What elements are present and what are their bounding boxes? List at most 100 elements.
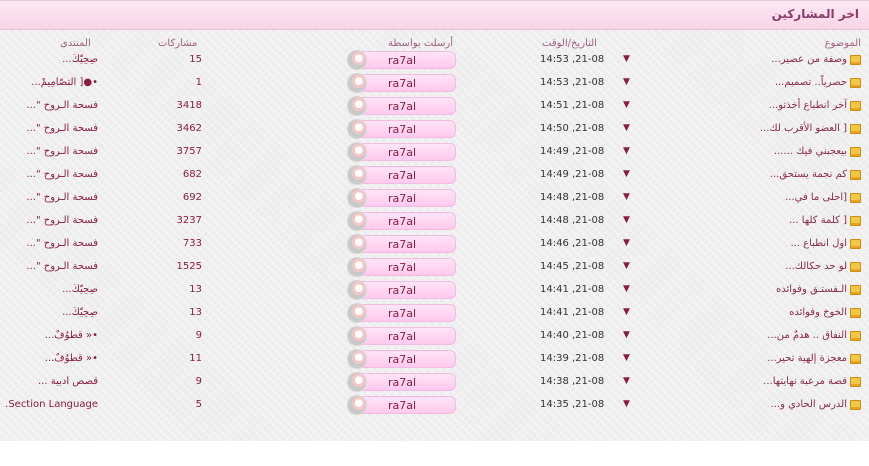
post-datetime: 14:41 ,21-08 <box>540 307 605 318</box>
topic-title: حصرياً.. تصميم... <box>774 77 847 88</box>
go-to-last-post-icon[interactable]: ▼ <box>623 54 630 64</box>
topic-link[interactable]: الخوخ وفوائده <box>789 307 861 318</box>
forum-link[interactable]: فسحة الـروح "... <box>4 192 98 203</box>
topic-folder-icon <box>850 215 861 226</box>
posts-count: 5 <box>195 399 202 410</box>
user-link[interactable]: ra7al <box>347 280 456 300</box>
username: ra7al <box>388 353 417 366</box>
user-link[interactable]: ra7al <box>347 326 456 346</box>
go-to-last-post-icon[interactable]: ▼ <box>623 353 630 363</box>
user-link[interactable]: ra7al <box>347 142 456 162</box>
username: ra7al <box>388 123 417 136</box>
topic-link[interactable]: [ كلمة كلها ... <box>789 215 861 226</box>
topic-link[interactable]: الـفستـق وفوائده <box>776 284 861 295</box>
posts-count: 11 <box>189 353 202 364</box>
forum-link[interactable]: فسحة الـروح "... <box>4 215 98 226</box>
forum-link[interactable]: •« قطوُفٌ... <box>4 330 98 341</box>
user-link[interactable]: ra7al <box>347 73 456 93</box>
topic-folder-icon <box>850 307 861 318</box>
table-row: آخر انطباع أخذتو... ▼ 14:51 ,21-08 ra7al 341… <box>0 95 869 118</box>
topic-link[interactable]: معجزة إلهية تحير... <box>767 353 861 364</box>
go-to-last-post-icon[interactable]: ▼ <box>623 146 630 156</box>
topic-link[interactable]: بيعجبني فيك ...... <box>774 146 861 157</box>
forum-link[interactable]: فسحة الـروح "... <box>4 146 98 157</box>
forum-link[interactable]: •●[ التصّامِيمْ... <box>4 77 98 88</box>
topic-folder-icon <box>850 261 861 272</box>
posts-count: 3418 <box>176 100 202 111</box>
post-datetime: 14:48 ,21-08 <box>540 215 605 226</box>
go-to-last-post-icon[interactable]: ▼ <box>623 77 630 87</box>
forum-link[interactable]: فسحة الـروح "... <box>4 123 98 134</box>
forum-link[interactable]: فسحة الـروح "... <box>4 261 98 272</box>
topic-folder-icon <box>850 100 861 111</box>
user-link[interactable]: ra7al <box>347 211 456 231</box>
topic-link[interactable]: لو حد حكالك... <box>785 261 861 272</box>
table-row: معجزة إلهية تحير... ▼ 14:39 ,21-08 ra7al 11 •… <box>0 348 869 371</box>
user-link[interactable]: ra7al <box>347 395 456 415</box>
forum-link[interactable]: صِحِيّكَ... <box>4 307 98 318</box>
go-to-last-post-icon[interactable]: ▼ <box>623 399 630 409</box>
go-to-last-post-icon[interactable]: ▼ <box>623 307 630 317</box>
go-to-last-post-icon[interactable]: ▼ <box>623 330 630 340</box>
post-datetime: 14:39 ,21-08 <box>540 353 605 364</box>
topic-link[interactable]: [ العضو الأقرب لك... <box>760 123 861 134</box>
forum-link[interactable]: Section Language... <box>4 399 98 410</box>
user-link[interactable]: ra7al <box>347 119 456 139</box>
username: ra7al <box>388 169 417 182</box>
topic-folder-icon <box>850 169 861 180</box>
forum-link[interactable]: صِحِيّكَ... <box>4 54 98 65</box>
posts-count: 1525 <box>176 261 202 272</box>
last-posters-panel: اخر المشاركين الموضوع التاريخ/الوقت أرسل… <box>0 0 869 441</box>
go-to-last-post-icon[interactable]: ▼ <box>623 284 630 294</box>
topic-link[interactable]: حصرياً.. تصميم... <box>775 77 861 88</box>
user-link[interactable]: ra7al <box>347 165 456 185</box>
go-to-last-post-icon[interactable]: ▼ <box>623 238 630 248</box>
user-link[interactable]: ra7al <box>347 50 456 70</box>
username: ra7al <box>388 284 417 297</box>
go-to-last-post-icon[interactable]: ▼ <box>623 261 630 271</box>
posts-count: 3237 <box>176 215 202 226</box>
posts-count: 9 <box>195 330 202 341</box>
forum-link[interactable]: صِحِيّكَ... <box>4 284 98 295</box>
go-to-last-post-icon[interactable]: ▼ <box>623 376 630 386</box>
topic-link[interactable]: قصة مرعبة نهايتها... <box>763 376 861 387</box>
forum-link[interactable]: فسحة الـروح "... <box>4 169 98 180</box>
user-link[interactable]: ra7al <box>347 303 456 323</box>
user-avatar-icon <box>347 257 367 277</box>
user-link[interactable]: ra7al <box>347 349 456 369</box>
user-link[interactable]: ra7al <box>347 188 456 208</box>
user-link[interactable]: ra7al <box>347 96 456 116</box>
table-row: [ كلمة كلها ... ▼ 14:48 ,21-08 ra7al 3237 فسح… <box>0 210 869 233</box>
topic-link[interactable]: آخر انطباع أخذتو... <box>769 100 861 111</box>
topic-folder-icon <box>850 54 861 65</box>
forum-link[interactable]: •« قطوُفٌ... <box>4 353 98 364</box>
user-link[interactable]: ra7al <box>347 372 456 392</box>
user-link[interactable]: ra7al <box>347 257 456 277</box>
user-avatar-icon <box>347 395 367 415</box>
topic-link[interactable]: كم نجمة يستحق... <box>770 169 861 180</box>
topic-folder-icon <box>850 353 861 364</box>
go-to-last-post-icon[interactable]: ▼ <box>623 215 630 225</box>
posts-count: 682 <box>182 169 202 180</box>
user-link[interactable]: ra7al <box>347 234 456 254</box>
username: ra7al <box>388 238 417 251</box>
forum-link[interactable]: فسحة الـروح "... <box>4 238 98 249</box>
username: ra7al <box>388 215 417 228</box>
topic-link[interactable]: النفاق .. هدمٌ من... <box>767 330 861 341</box>
go-to-last-post-icon[interactable]: ▼ <box>623 123 630 133</box>
go-to-last-post-icon[interactable]: ▼ <box>623 100 630 110</box>
go-to-last-post-icon[interactable]: ▼ <box>623 169 630 179</box>
topic-title: [ العضو الأقرب لك... <box>759 123 847 134</box>
user-avatar-icon <box>347 280 367 300</box>
topic-link[interactable]: وصفة من عصير... <box>771 54 861 65</box>
topic-folder-icon <box>850 376 861 387</box>
forum-link[interactable]: قصص أدبية ... <box>4 376 98 387</box>
go-to-last-post-icon[interactable]: ▼ <box>623 192 630 202</box>
topic-title: الـفستـق وفوائده <box>775 284 847 295</box>
topic-link[interactable]: اول انطباع ... <box>790 238 861 249</box>
topic-link[interactable]: [احلى ما في... <box>785 192 861 203</box>
forum-link[interactable]: فسحة الـروح "... <box>4 100 98 111</box>
user-avatar-icon <box>347 165 367 185</box>
topic-link[interactable]: الدرس الحادي و... <box>771 399 861 410</box>
post-datetime: 14:41 ,21-08 <box>540 284 605 295</box>
